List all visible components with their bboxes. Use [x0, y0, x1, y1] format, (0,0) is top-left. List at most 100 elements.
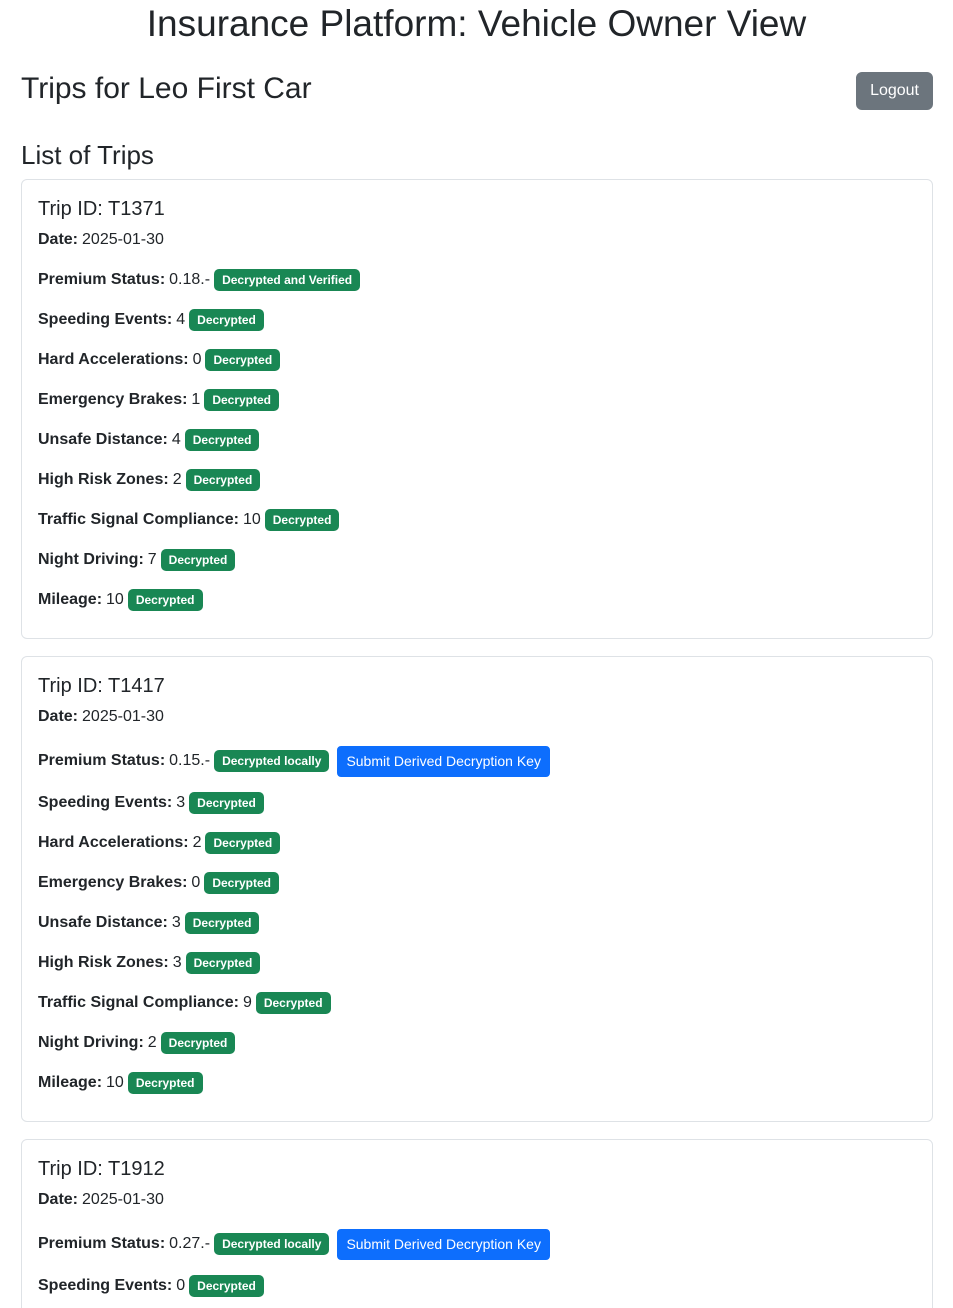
premium-status: Premium Status: 0.27.- Decrypted locally… — [38, 1228, 916, 1260]
status-badge: Decrypted — [160, 1032, 236, 1054]
premium-status: Premium Status: 0.15.- Decrypted locally… — [38, 745, 916, 777]
field-label: Hard Accelerations: — [38, 351, 189, 368]
status-badge: Decrypted — [204, 389, 280, 411]
status-badge: Decrypted locally — [214, 750, 330, 772]
traffic-signal-compliance: Traffic Signal Compliance: 10 Decrypted — [38, 508, 916, 532]
field-value: 2 — [147, 1034, 157, 1051]
field-value: 3 — [176, 794, 186, 811]
hard-accelerations: Hard Accelerations: 2 Decrypted — [38, 831, 916, 855]
trip-card: Trip ID: T1912 Date: 2025-01-30 Premium … — [21, 1139, 933, 1308]
section-title: List of Trips — [21, 140, 154, 170]
field-label: Traffic Signal Compliance: — [38, 994, 239, 1011]
status-badge: Decrypted — [185, 952, 261, 974]
unsafe-distance: Unsafe Distance: 4 Decrypted — [38, 428, 916, 452]
hard-accelerations: Hard Accelerations: 0 Decrypted — [38, 348, 916, 372]
page-header: Trips for Leo First Car Logout — [21, 68, 933, 112]
status-badge: Decrypted — [204, 872, 280, 894]
high-risk-zones: High Risk Zones: 3 Decrypted — [38, 951, 916, 975]
submit-decryption-key-button[interactable]: Submit Derived Decryption Key — [337, 1228, 550, 1260]
status-badge: Decrypted — [189, 1275, 264, 1297]
trip-title: Trip ID: T1371 — [38, 198, 165, 220]
field-label: Mileage: — [38, 591, 103, 608]
status-badge: Decrypted — [205, 832, 281, 854]
unsafe-distance: Unsafe Distance: 3 Decrypted — [38, 911, 916, 935]
status-badge: Decrypted — [127, 1072, 203, 1094]
status-badge: Decrypted — [160, 549, 236, 571]
field-label: Traffic Signal Compliance: — [38, 511, 239, 528]
mileage: Mileage: 10 Decrypted — [38, 588, 916, 612]
field-label: Speeding Events: — [38, 311, 173, 328]
field-label: Date: — [38, 1191, 79, 1208]
traffic-signal-compliance: Traffic Signal Compliance: 9 Decrypted — [38, 991, 916, 1015]
field-value: 0 — [176, 1277, 186, 1294]
field-value: 0.18.- — [169, 271, 211, 288]
field-label: Premium Status: — [38, 1235, 166, 1252]
field-label: Speeding Events: — [38, 1277, 173, 1294]
field-label: High Risk Zones: — [38, 954, 169, 971]
speeding-events: Speeding Events: 0 Decrypted — [38, 1274, 916, 1298]
status-badge: Decrypted and Verified — [214, 269, 361, 291]
page-title: Trips for Leo First Car — [21, 72, 312, 105]
trip-card: Trip ID: T1371 Date: 2025-01-30 Premium … — [21, 179, 933, 639]
field-value: 2025-01-30 — [82, 708, 164, 725]
status-badge: Decrypted locally — [214, 1233, 330, 1255]
logout-button[interactable]: Logout — [856, 72, 933, 110]
trip-list: Trip ID: T1371 Date: 2025-01-30 Premium … — [21, 179, 933, 1308]
night-driving: Night Driving: 7 Decrypted — [38, 548, 916, 572]
trip-title: Trip ID: T1417 — [38, 675, 165, 697]
status-badge: Decrypted — [264, 509, 340, 531]
field-value: 0 — [191, 874, 201, 891]
status-badge: Decrypted — [184, 429, 260, 451]
field-value: 3 — [171, 914, 181, 931]
field-label: Premium Status: — [38, 752, 166, 769]
field-label: Mileage: — [38, 1074, 103, 1091]
trip-date: Date: 2025-01-30 — [38, 1188, 916, 1212]
field-label: Emergency Brakes: — [38, 391, 188, 408]
app-title: Insurance Platform: Vehicle Owner View — [146, 3, 807, 44]
trip-date: Date: 2025-01-30 — [38, 228, 916, 252]
field-value: 7 — [147, 551, 157, 568]
status-badge: Decrypted — [184, 912, 260, 934]
field-label: Emergency Brakes: — [38, 874, 188, 891]
field-label: Hard Accelerations: — [38, 834, 189, 851]
field-value: 3 — [172, 954, 182, 971]
status-badge: Decrypted — [255, 992, 331, 1014]
field-label: Unsafe Distance: — [38, 431, 168, 448]
field-label: Night Driving: — [38, 1034, 144, 1051]
field-value: 0 — [192, 351, 202, 368]
field-value: 4 — [171, 431, 181, 448]
emergency-brakes: Emergency Brakes: 0 Decrypted — [38, 871, 916, 895]
mileage: Mileage: 10 Decrypted — [38, 1071, 916, 1095]
status-badge: Decrypted — [189, 792, 264, 814]
premium-status: Premium Status: 0.18.- Decrypted and Ver… — [38, 268, 916, 292]
field-value: 10 — [106, 1074, 124, 1091]
speeding-events: Speeding Events: 3 Decrypted — [38, 791, 916, 815]
trip-card: Trip ID: T1417 Date: 2025-01-30 Premium … — [21, 656, 933, 1122]
field-label: Unsafe Distance: — [38, 914, 168, 931]
trip-date: Date: 2025-01-30 — [38, 705, 916, 729]
high-risk-zones: High Risk Zones: 2 Decrypted — [38, 468, 916, 492]
field-value: 2 — [192, 834, 202, 851]
field-label: Night Driving: — [38, 551, 144, 568]
field-value: 10 — [242, 511, 261, 528]
night-driving: Night Driving: 2 Decrypted — [38, 1031, 916, 1055]
speeding-events: Speeding Events: 4 Decrypted — [38, 308, 916, 332]
trip-title: Trip ID: T1912 — [38, 1158, 165, 1180]
field-label: Date: — [38, 708, 79, 725]
field-value: 10 — [106, 591, 124, 608]
field-value: 2025-01-30 — [82, 1191, 164, 1208]
status-badge: Decrypted — [185, 469, 261, 491]
field-value: 9 — [242, 994, 252, 1011]
field-value: 1 — [191, 391, 201, 408]
field-label: Date: — [38, 231, 79, 248]
submit-decryption-key-button[interactable]: Submit Derived Decryption Key — [337, 745, 550, 777]
status-badge: Decrypted — [189, 309, 264, 331]
status-badge: Decrypted — [127, 589, 203, 611]
field-value: 2 — [172, 471, 182, 488]
field-label: Premium Status: — [38, 271, 166, 288]
field-label: Speeding Events: — [38, 794, 173, 811]
emergency-brakes: Emergency Brakes: 1 Decrypted — [38, 388, 916, 412]
field-value: 0.15.- — [169, 752, 211, 769]
status-badge: Decrypted — [205, 349, 281, 371]
field-value: 4 — [176, 311, 186, 328]
